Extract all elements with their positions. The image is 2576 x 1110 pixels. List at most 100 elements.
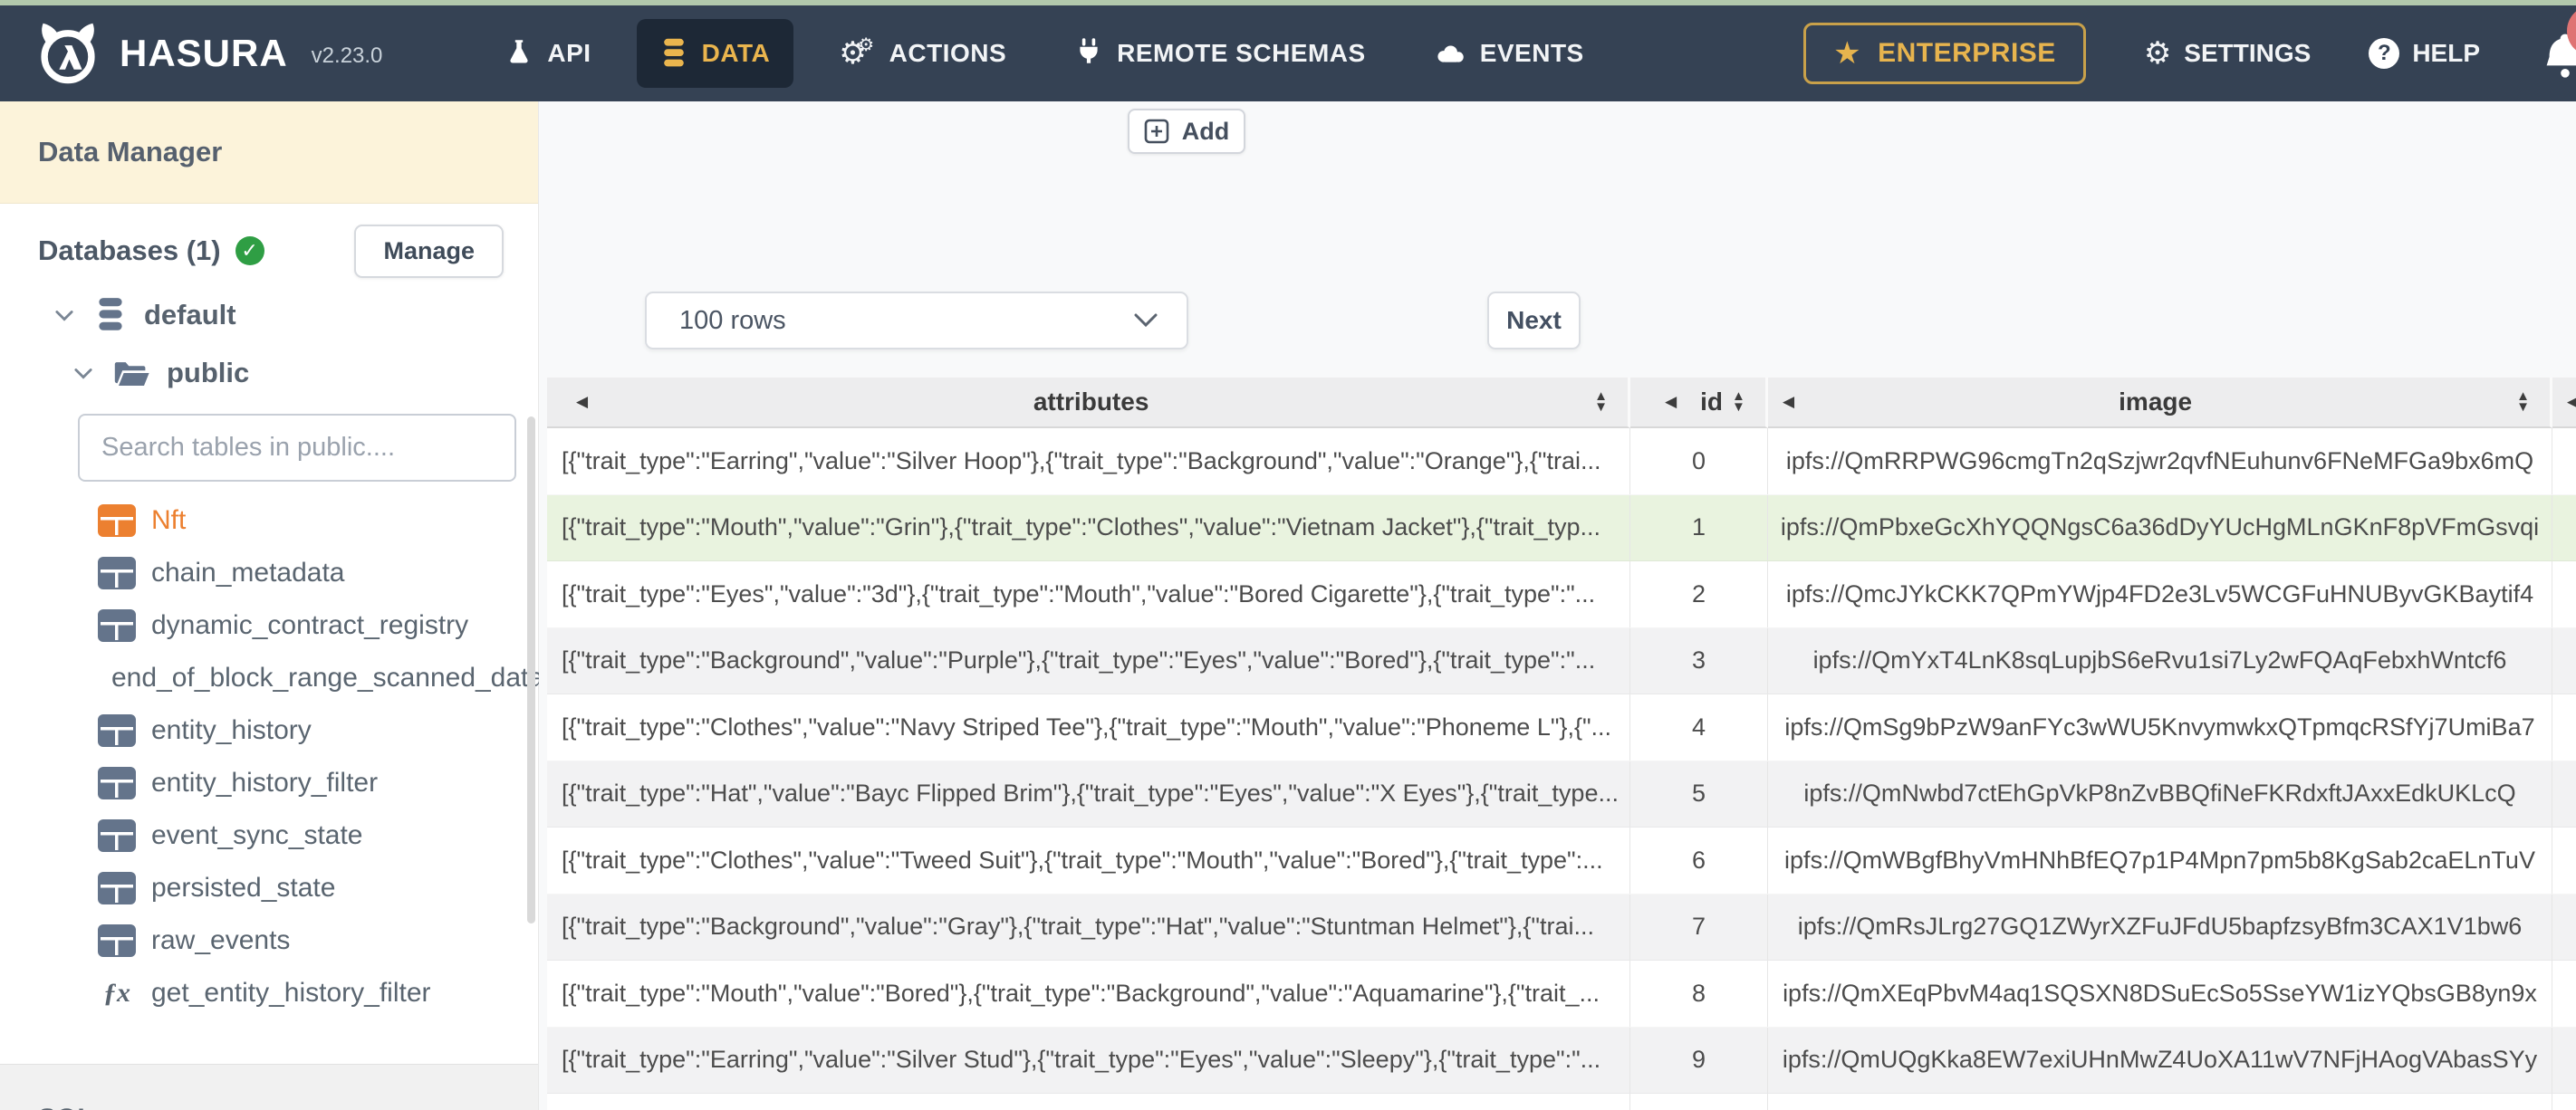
- sidebar-item-nft[interactable]: Nft: [0, 494, 538, 547]
- rows-per-page-select[interactable]: 100 rows: [645, 292, 1188, 349]
- collapse-column-icon[interactable]: ◀: [1768, 393, 1794, 411]
- database-icon: [99, 298, 122, 330]
- cell-id: 6: [1630, 828, 1768, 894]
- enterprise-label: ENTERPRISE: [1878, 38, 2056, 68]
- sidebar-item-get-entity-history-filter[interactable]: ƒx get_entity_history_filter: [0, 967, 538, 1019]
- collapse-column-icon[interactable]: ◀: [562, 393, 588, 411]
- page-title: Data Manager: [38, 136, 223, 167]
- table-row: [{"trait_type":"Background","value":"Gra…: [547, 894, 2576, 961]
- sidebar-item-entity-history-filter[interactable]: entity_history_filter: [0, 757, 538, 809]
- database-icon: [660, 37, 687, 70]
- tree-node-schema[interactable]: public: [0, 350, 538, 396]
- cell-clipped: [2552, 895, 2576, 961]
- add-button-label: Add: [1181, 117, 1230, 145]
- column-header-id[interactable]: ◀ id ▲ ▼: [1630, 378, 1768, 428]
- sidebar-scrollbar[interactable]: [527, 416, 535, 923]
- nav-tab-remote-schemas[interactable]: REMOTE SCHEMAS: [1052, 19, 1389, 88]
- help-icon: ?: [2369, 38, 2400, 69]
- column-header-clipped: ◀: [2552, 378, 2576, 428]
- databases-row: Databases (1) ✓ Manage: [38, 224, 504, 278]
- add-row-button[interactable]: Add: [1128, 109, 1245, 154]
- cell-id: 7: [1630, 894, 1768, 960]
- cell-clipped: [2552, 628, 2576, 694]
- databases-label: Databases (1): [38, 234, 221, 266]
- sort-icon[interactable]: ▲ ▼: [1732, 389, 1745, 414]
- sort-icon[interactable]: ▲ ▼: [1594, 389, 1628, 414]
- hasura-logo[interactable]: HASURA v2.23.0: [34, 20, 382, 87]
- nav-tab-label: REMOTE SCHEMAS: [1117, 39, 1366, 67]
- tree-node-database[interactable]: default: [0, 292, 538, 338]
- plug-icon: [1075, 37, 1102, 70]
- nav-tab-label: API: [547, 39, 591, 67]
- column-header-image[interactable]: ◀ image ▲ ▼: [1768, 378, 2552, 428]
- sort-icon[interactable]: ▲ ▼: [2516, 389, 2550, 414]
- nav-tab-data[interactable]: DATA: [636, 19, 794, 88]
- nav-tab-label: ACTIONS: [889, 39, 1007, 67]
- manage-button[interactable]: Manage: [354, 224, 504, 278]
- cell-attributes: [{"trait_type":"Mouth","value":"Bored"},…: [547, 961, 1630, 1027]
- cell-attributes: [{"trait_type":"Background","value":"Pur…: [547, 627, 1630, 694]
- topbar-right: ★ ENTERPRISE ⚙ SETTINGS ? HELP 8: [1803, 5, 2576, 85]
- sql-section-label: SQL: [38, 1104, 94, 1110]
- flask-icon: [505, 38, 533, 69]
- sidebar: Data Manager Databases (1) ✓ Manage defa…: [0, 101, 543, 1110]
- nav-tab-events[interactable]: EVENTS: [1411, 21, 1608, 86]
- cell-id: 5: [1630, 761, 1768, 827]
- nav-tab-api[interactable]: API: [482, 20, 614, 87]
- cell-id: 9: [1630, 1027, 1768, 1093]
- sidebar-item-event-sync-state[interactable]: event_sync_state: [0, 809, 538, 862]
- collapse-column-icon[interactable]: ◀: [1650, 393, 1677, 411]
- cell-id: 2: [1630, 561, 1768, 627]
- cell-image: ipfs://QmRRPWG96cmgTn2qSzjwr2qvfNEuhunv6…: [1768, 428, 2552, 494]
- table-row-partial: [547, 1094, 2576, 1110]
- cell-clipped: [2552, 561, 2576, 627]
- chevron-down-icon: [74, 368, 92, 379]
- sidebar-item-chain-metadata[interactable]: chain_metadata: [0, 547, 538, 599]
- cell-id: 4: [1630, 694, 1768, 761]
- cell-image: ipfs://QmPbxeGcXhYQQNgsC6a36dDyYUcHgMLnG…: [1768, 494, 2552, 560]
- database-name: default: [144, 299, 236, 330]
- table-icon: [98, 714, 136, 747]
- table-icon: [98, 924, 136, 957]
- cell-id: 1: [1630, 494, 1768, 560]
- enterprise-button[interactable]: ★ ENTERPRISE: [1803, 23, 2086, 84]
- search-input[interactable]: [78, 414, 516, 482]
- table-row: [{"trait_type":"Mouth","value":"Grin"},{…: [547, 494, 2576, 561]
- nav-tab-actions[interactable]: ⚙ ⚙ ACTIONS: [815, 20, 1030, 87]
- table-icon: [98, 767, 136, 799]
- sidebar-item-dynamic-contract-registry[interactable]: dynamic_contract_registry: [0, 599, 538, 652]
- cell-image: ipfs://QmUQgKka8EW7exiUHnMwZ4UoXA11wV7NF…: [1768, 1027, 2552, 1093]
- sidebar-item-end-of-block-range-scanned-data[interactable]: end_of_block_range_scanned_data: [0, 652, 543, 704]
- schema-name: public: [167, 357, 250, 388]
- cell-image: ipfs://QmWBgfBhyVmHNhBfEQ7p1P4Mpn7pm5b8K…: [1768, 828, 2552, 894]
- sidebar-footer[interactable]: SQL: [0, 1064, 538, 1110]
- cell-attributes: [{"trait_type":"Clothes","value":"Navy S…: [547, 694, 1630, 761]
- help-button[interactable]: ? HELP: [2369, 38, 2480, 69]
- cell-clipped: [2552, 428, 2576, 494]
- top-navigation-bar: HASURA v2.23.0 API DATA ⚙ ⚙ ACTIONS REMO…: [0, 5, 2576, 101]
- next-page-button[interactable]: Next: [1487, 292, 1581, 349]
- brand-name: HASURA: [120, 32, 288, 74]
- settings-label: SETTINGS: [2184, 39, 2312, 67]
- table-icon: [98, 557, 136, 589]
- sidebar-header: Data Manager: [0, 101, 538, 204]
- column-header-attributes[interactable]: ◀ attributes ▲ ▼: [547, 378, 1630, 428]
- table-row: [{"trait_type":"Eyes","value":"3d"},{"tr…: [547, 561, 2576, 628]
- cell-clipped: [2552, 495, 2576, 561]
- main-nav: API DATA ⚙ ⚙ ACTIONS REMOTE SCHEMAS EVEN…: [482, 19, 1607, 88]
- table-icon: [98, 504, 136, 537]
- cell-attributes: [{"trait_type":"Earring","value":"Silver…: [547, 1027, 1630, 1093]
- cell-clipped: [2552, 1028, 2576, 1094]
- sidebar-item-entity-history[interactable]: entity_history: [0, 704, 538, 757]
- notifications-button[interactable]: 8: [2538, 5, 2576, 85]
- table-icon: [98, 609, 136, 642]
- settings-button[interactable]: ⚙ SETTINGS: [2144, 38, 2312, 69]
- table-header-row: ◀ attributes ▲ ▼ ◀ id ▲ ▼ ◀ image ▲ ▼ ◀: [547, 378, 2576, 428]
- table-row: [{"trait_type":"Earring","value":"Silver…: [547, 428, 2576, 495]
- cell-clipped: [2552, 761, 2576, 828]
- cell-id: 8: [1630, 961, 1768, 1027]
- sidebar-item-raw-events[interactable]: raw_events: [0, 914, 538, 967]
- cell-id: [1630, 1094, 1768, 1110]
- cell-image: ipfs://QmNwbd7ctEhGpVkP8nZvBBQfiNeFKRdxf…: [1768, 761, 2552, 827]
- sidebar-item-persisted-state[interactable]: persisted_state: [0, 862, 538, 914]
